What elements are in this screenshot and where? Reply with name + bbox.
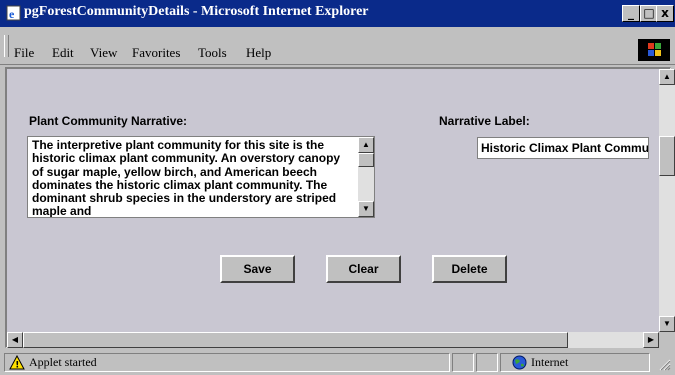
status-message: Applet started <box>29 355 97 369</box>
menu-view[interactable]: View <box>90 45 117 61</box>
menu-help[interactable]: Help <box>246 45 271 61</box>
ie-page-icon: e <box>6 5 21 21</box>
page-scroll-right-icon[interactable]: ▶ <box>643 332 659 348</box>
narrative-text: The interpretive plant community for thi… <box>32 138 341 218</box>
page-horizontal-scrollbar[interactable]: ◀ ▶ <box>7 332 659 348</box>
narrative-textarea[interactable]: The interpretive plant community for thi… <box>27 136 375 218</box>
page-scroll-up-icon[interactable]: ▲ <box>659 69 675 85</box>
close-button[interactable]: x <box>656 5 674 22</box>
menu-tools[interactable]: Tools <box>198 45 227 61</box>
status-panel-blank-2 <box>476 353 498 372</box>
status-zone-label: Internet <box>531 355 569 369</box>
svg-text:!: ! <box>15 361 19 371</box>
applet-content: Plant Community Narrative: The interpret… <box>5 67 675 348</box>
narrative-scrollbar[interactable]: ▲ ▼ <box>358 137 374 217</box>
warning-icon: ! <box>9 355 25 370</box>
resize-grip-icon[interactable] <box>659 359 671 371</box>
status-panel-blank-1 <box>452 353 474 372</box>
page-horizontal-thumb[interactable] <box>23 332 568 348</box>
page-vertical-scrollbar[interactable]: ▲ ▼ <box>659 69 675 332</box>
narrative-scroll-down-icon[interactable]: ▼ <box>358 201 374 217</box>
narrative-heading: Plant Community Narrative: <box>29 114 188 128</box>
internet-zone-globe-icon <box>512 355 527 370</box>
title-bar: e pgForestCommunityDetails - Microsoft I… <box>0 0 675 27</box>
status-bar: ! Applet started Internet <box>0 350 675 375</box>
menu-edit[interactable]: Edit <box>52 45 74 61</box>
windows-logo-icon <box>648 43 661 56</box>
toolbar-grip[interactable] <box>4 35 9 57</box>
delete-button[interactable]: Delete <box>432 255 507 283</box>
clear-button[interactable]: Clear <box>326 255 401 283</box>
scrollbar-corner <box>659 332 675 348</box>
save-button[interactable]: Save <box>220 255 295 283</box>
menu-bar: File Edit View Favorites Tools Help <box>0 27 675 65</box>
menu-file[interactable]: File <box>14 45 34 61</box>
page-scroll-down-icon[interactable]: ▼ <box>659 316 675 332</box>
menu-favorites[interactable]: Favorites <box>132 45 180 61</box>
svg-text:e: e <box>9 7 15 21</box>
narrative-label-input[interactable]: Historic Climax Plant Community <box>477 137 649 159</box>
page-scroll-left-icon[interactable]: ◀ <box>7 332 23 348</box>
narrative-scroll-thumb[interactable] <box>358 153 374 167</box>
narrative-label-heading: Narrative Label: <box>439 114 530 128</box>
narrative-label-value: Historic Climax Plant Community <box>481 141 649 155</box>
minimize-button[interactable]: _ <box>622 5 640 22</box>
window-title: pgForestCommunityDetails - Microsoft Int… <box>24 4 369 19</box>
narrative-scroll-up-icon[interactable]: ▲ <box>358 137 374 153</box>
windows-logo-throbber <box>638 39 670 61</box>
page-vertical-thumb[interactable] <box>659 136 675 176</box>
